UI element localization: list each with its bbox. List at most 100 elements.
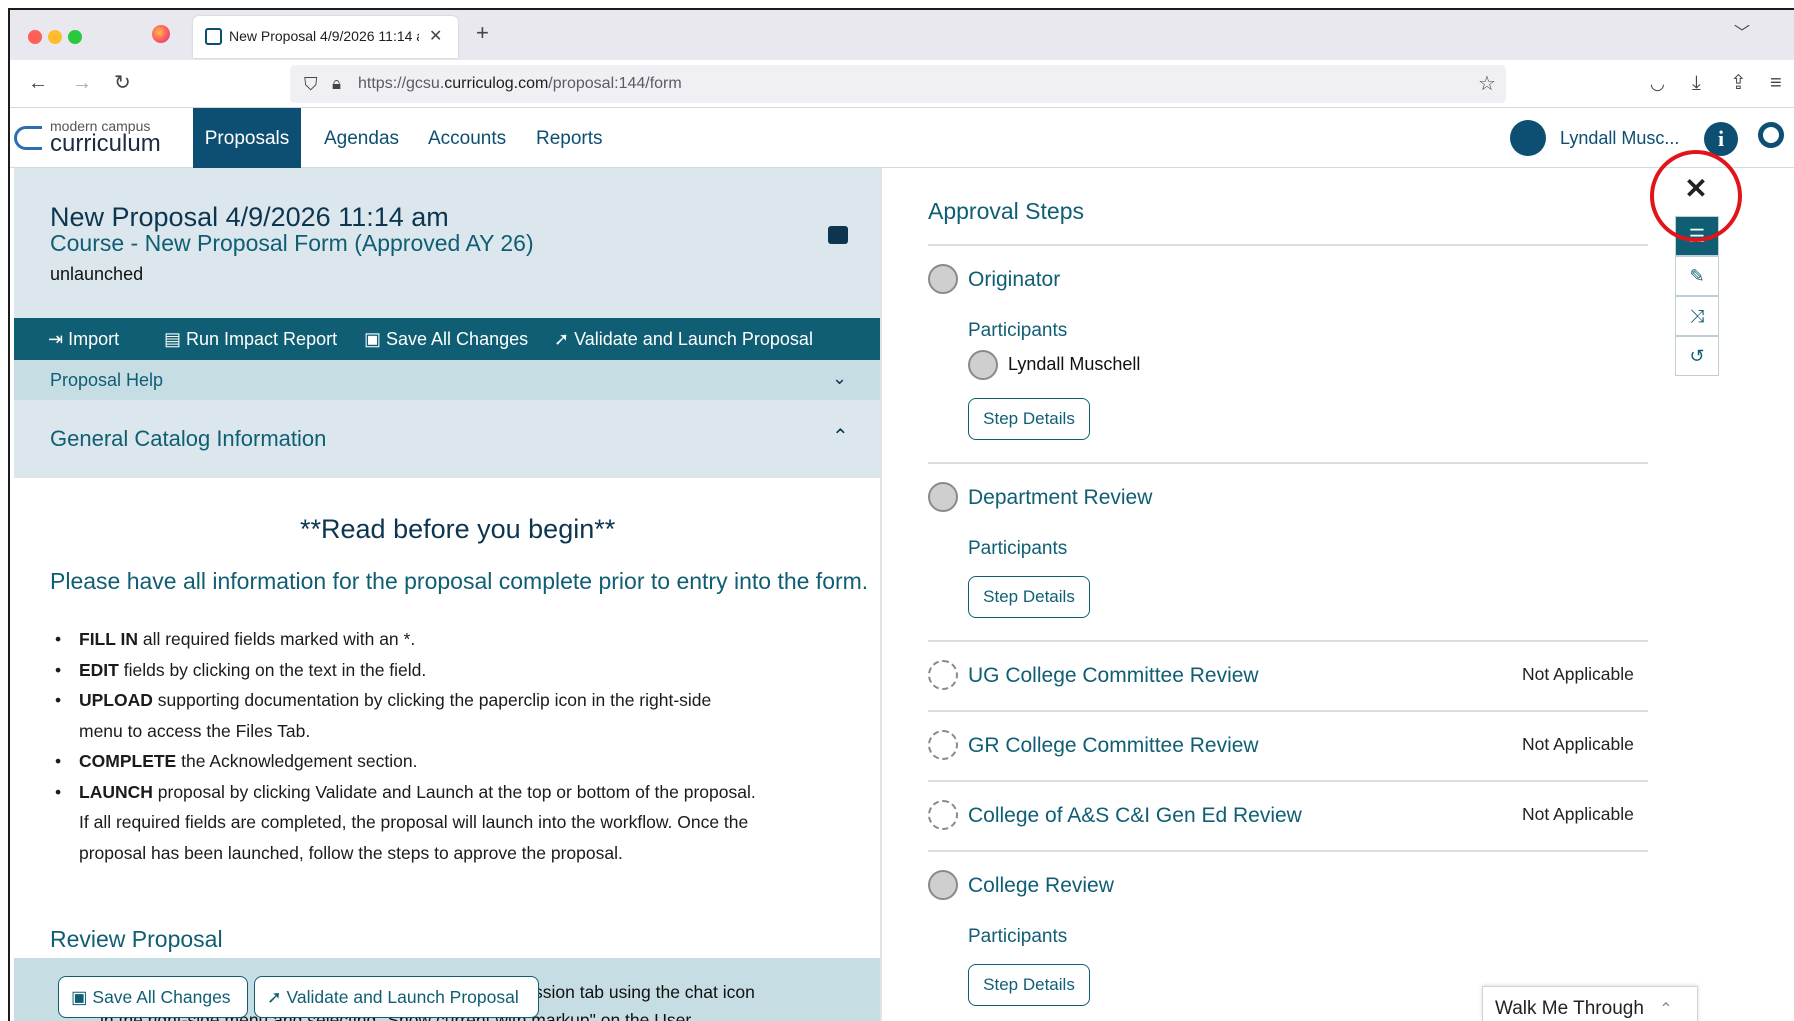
step-details-button[interactable]: Step Details [968,576,1090,618]
list-item: COMPLETE the Acknowledgement section. [38,746,758,777]
rocket-icon: ➚ [554,329,575,349]
step-status-circle [928,730,958,760]
proposal-help-label: Proposal Help [50,370,164,390]
save-all-changes-button[interactable]: ▣ Save All Changes [364,329,528,350]
review-text-line-1: ssion tab using the chat icon [534,982,755,1002]
document-icon: ▤ [164,329,187,349]
bookmark-star-icon[interactable]: ☆ [1478,74,1496,94]
history-icon: ↺ [1689,346,1705,366]
history-tab[interactable]: ↺ [1675,336,1719,376]
chevron-down-icon: ⌄ [832,368,848,388]
participants-label: Participants [968,538,1068,559]
step-name[interactable]: College of A&S C&I Gen Ed Review [968,804,1302,828]
tab-title: New Proposal 4/9/2026 11:14 am [229,28,419,44]
step-name[interactable]: College Review [968,874,1114,898]
list-item: EDIT fields by clicking on the text in t… [38,655,758,686]
user-name[interactable]: Lyndall Musc... [1560,128,1679,149]
step-name[interactable]: GR College Committee Review [968,734,1259,758]
validate-launch-button[interactable]: ➚ Validate and Launch Proposal [554,329,813,350]
instructions-list: FILL IN all required fields marked with … [38,624,758,868]
proposal-form-pane: New Proposal 4/9/2026 11:14 am Course - … [14,168,880,1021]
app-header: modern campus curriculum Proposals Agend… [10,108,1794,168]
run-impact-report-button[interactable]: ▤ Run Impact Report [164,329,337,350]
divider [928,244,1648,246]
share-icon[interactable]: ⇪ [1730,73,1747,93]
url-bar[interactable]: ⛉ 🔒︎ https://gcsu.curriculog.com/proposa… [290,65,1506,103]
walk-me-through-button[interactable]: Walk Me Through ⌃ [1482,986,1698,1021]
logo[interactable]: modern campus curriculum [14,118,164,157]
tab-bar: New Proposal 4/9/2026 11:14 am ✕ + ﹀ [10,10,1794,60]
proposal-toolbar: ⇥ Import ▤ Run Impact Report ▣ Save All … [14,318,880,360]
participant-name: Lyndall Muschell [1008,354,1141,374]
tab-active[interactable]: New Proposal 4/9/2026 11:14 am ✕ [193,16,458,58]
general-catalog-section-header[interactable]: General Catalog Information ⌃ [14,400,880,478]
info-icon[interactable]: i [1704,122,1738,156]
downloads-icon[interactable]: ⤓ [1692,73,1701,93]
approval-heading: Approval Steps [928,198,1084,224]
close-tab-icon[interactable]: ✕ [429,27,442,47]
nav-proposals[interactable]: Proposals [193,108,301,168]
logo-mark-icon [14,126,42,150]
participant-avatar [968,350,998,380]
list-item: LAUNCH proposal by clicking Validate and… [38,777,758,869]
approval-steps-pane: Approval Steps Originator Participants L… [882,168,1682,1021]
list-item: FILL IN all required fields marked with … [38,624,758,655]
new-tab-icon[interactable]: + [476,22,489,44]
step-status-circle [928,870,958,900]
step-details-button[interactable]: Step Details [968,398,1090,440]
firefox-icon[interactable] [152,25,170,43]
divider [928,710,1648,712]
nav-accounts[interactable]: Accounts [428,108,506,168]
browser-window: New Proposal 4/9/2026 11:14 am ✕ + ﹀ ← →… [8,8,1794,1021]
navigation-bar: ← → ↻ ⛉ 🔒︎ https://gcsu.curriculog.com/p… [10,60,1794,108]
forward-icon[interactable]: → [72,73,92,93]
participants-label: Participants [968,320,1068,341]
shuffle-icon: ⤨ [1689,306,1705,326]
pocket-icon[interactable]: ◡ [1650,74,1665,94]
step-status-circle [928,800,958,830]
logo-big-text: curriculum [50,130,161,157]
list-tabs-icon[interactable]: ﹀ [1734,24,1750,44]
step-name[interactable]: Originator [968,268,1060,292]
save-icon: ▣ [71,987,93,1007]
search-icon[interactable] [1758,122,1784,148]
shield-icon[interactable]: ⛉ [304,74,318,94]
crosslistings-tab[interactable]: ⤨ [1675,296,1719,336]
review-section-bar: ssion tab using the chat icon in the rig… [14,958,880,1021]
step-status-circle [928,264,958,294]
review-proposal-heading: Review Proposal [50,926,223,952]
print-icon[interactable] [828,226,848,244]
import-button[interactable]: ⇥ Import [48,329,119,350]
back-icon[interactable]: ← [28,73,48,93]
files-tab[interactable]: ✎ [1675,256,1719,296]
step-name[interactable]: UG College Committee Review [968,664,1259,688]
proposal-help-toggle[interactable]: Proposal Help ⌄ [14,360,880,400]
paperclip-icon: ✎ [1689,266,1705,286]
divider [928,462,1648,464]
lock-icon[interactable]: 🔒︎ [332,74,341,94]
divider [928,850,1648,852]
reload-icon[interactable]: ↻ [114,73,131,93]
step-details-button[interactable]: Step Details [968,964,1090,1006]
nav-reports[interactable]: Reports [536,108,603,168]
intro-text: Please have all information for the prop… [50,568,869,594]
footer-save-button[interactable]: ▣ Save All Changes [58,976,248,1018]
proposal-status: unlaunched [50,264,144,284]
menu-icon[interactable]: ≡ [1770,73,1782,93]
chevron-up-icon: ⌃ [1659,1001,1673,1018]
user-avatar-icon[interactable] [1510,120,1546,156]
step-name[interactable]: Department Review [968,486,1152,510]
close-window-button[interactable] [28,30,42,44]
divider [928,780,1648,782]
zoom-window-button[interactable] [68,30,82,44]
url-text: https://gcsu.curriculog.com/proposal:144… [358,75,682,92]
import-icon: ⇥ [48,329,69,349]
read-before-heading: **Read before you begin** [300,514,616,544]
minimize-window-button[interactable] [48,30,62,44]
nav-agendas[interactable]: Agendas [324,108,399,168]
step-status-circle [928,660,958,690]
footer-validate-button[interactable]: ➚ Validate and Launch Proposal [254,976,539,1018]
list-item: UPLOAD supporting documentation by click… [38,685,758,746]
site-favicon-icon [205,28,222,45]
proposal-header: New Proposal 4/9/2026 11:14 am Course - … [14,168,880,318]
